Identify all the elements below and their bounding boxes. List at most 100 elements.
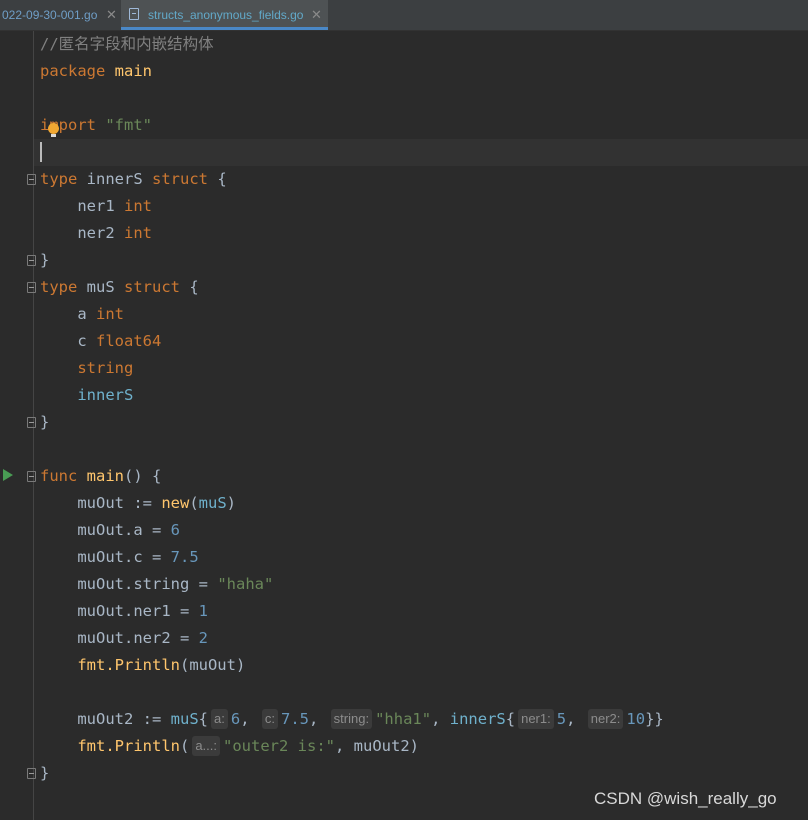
lightbulb-icon[interactable]: [48, 123, 59, 137]
editor-tab-bar: 022-09-30-001.go ✕ structs_anonymous_fie…: [0, 0, 808, 31]
arguments: (muOut): [179, 656, 246, 674]
code-line-close-brace: }: [40, 413, 50, 431]
paren: ): [226, 494, 237, 512]
variable: muOut2 :=: [77, 710, 162, 728]
brace: {: [198, 710, 209, 728]
watermark: CSDN @wish_really_go: [594, 789, 777, 808]
number: 5: [556, 710, 567, 728]
text-caret: [40, 142, 42, 162]
assignment: muOut.string =: [77, 575, 208, 593]
code-line-println-2: fmt.Println(a...: "outer2 is:", muOut2): [40, 733, 419, 760]
type-name: innerS: [86, 170, 143, 188]
package-ref: fmt.: [77, 737, 115, 755]
assignment: muOut.ner1 =: [77, 602, 190, 620]
keyword: package: [40, 62, 106, 80]
param-hint: string:: [330, 709, 373, 729]
code-line-assign-c: muOut.c = 7.5: [40, 544, 199, 571]
fold-icon[interactable]: [27, 768, 36, 779]
import-path: "fmt": [105, 116, 153, 134]
code-line-package: package main: [40, 58, 152, 85]
keyword: type: [40, 170, 78, 188]
tab-label: 022-09-30-001.go: [2, 8, 98, 22]
package-ref: fmt.: [77, 656, 115, 674]
param-hint: c:: [261, 709, 278, 729]
type-name: muS: [86, 278, 115, 296]
brace: }}: [645, 710, 664, 728]
code-line-assign-ner2: muOut.ner2 = 2: [40, 625, 208, 652]
code-line-type-mus: type muS struct {: [40, 274, 199, 301]
fold-icon[interactable]: [27, 471, 36, 482]
code-line-field-ner1: ner1 int: [40, 193, 152, 220]
function-call: Println: [114, 737, 180, 755]
number: 2: [198, 629, 208, 647]
field-type: int: [96, 305, 125, 323]
type-ref: muS: [198, 494, 227, 512]
tab-close-icon[interactable]: ✕: [311, 0, 322, 30]
code-line-field-c: c float64: [40, 328, 161, 355]
number: 6: [230, 710, 241, 728]
variable: muOut :=: [77, 494, 152, 512]
type-ref: muS: [170, 710, 199, 728]
code-line-field-string: string: [40, 355, 133, 382]
code-line-field-ner2: ner2 int: [40, 220, 152, 247]
code-line-new: muOut := new(muS): [40, 490, 236, 517]
code-line-assign-string: muOut.string = "haha": [40, 571, 273, 598]
signature: () {: [124, 467, 162, 485]
param-hint: ner1:: [518, 709, 554, 729]
keyword: func: [40, 467, 78, 485]
go-file-icon: [129, 8, 139, 20]
field-type: float64: [96, 332, 162, 350]
field-name: ner2: [77, 224, 115, 242]
param-hint: a:: [211, 709, 228, 729]
code-line-field-a: a int: [40, 301, 124, 328]
fold-icon[interactable]: [27, 255, 36, 266]
brace: {: [505, 710, 516, 728]
brace: {: [189, 278, 199, 296]
code-line-field-inners: innerS: [40, 382, 133, 409]
number: 7.5: [281, 710, 309, 728]
assignment: muOut.a =: [77, 521, 162, 539]
function-call: Println: [114, 656, 180, 674]
keyword: type: [40, 278, 78, 296]
paren: (: [179, 737, 190, 755]
param-hint: ner2:: [587, 709, 624, 729]
package-name: main: [114, 62, 152, 80]
number: 1: [198, 602, 208, 620]
tab-previous-file[interactable]: 022-09-30-001.go ✕: [0, 0, 120, 30]
embedded-type: string: [77, 359, 134, 377]
code-line-assign-ner1: muOut.ner1 = 1: [40, 598, 208, 625]
assignment: muOut.c =: [77, 548, 162, 566]
code-line-func-main: func main() {: [40, 463, 161, 490]
code-line-close-brace: }: [40, 251, 50, 269]
code-line-composite-literal: muOut2 := muS{a: 6, c: 7.5, string: "hha1",…: [77, 709, 664, 729]
keyword: struct: [152, 170, 209, 188]
function-name: main: [86, 467, 124, 485]
keyword: struct: [124, 278, 181, 296]
code-line-type-inners: type innerS struct {: [40, 166, 227, 193]
tab-label: structs_anonymous_fields.go: [148, 8, 304, 22]
paren: (: [189, 494, 199, 512]
tab-structs-anonymous-fields[interactable]: structs_anonymous_fields.go ✕: [121, 0, 328, 30]
number: 10: [626, 710, 646, 728]
field-name: ner1: [77, 197, 115, 215]
code-line-println-1: fmt.Println(muOut): [40, 652, 245, 679]
code-line-close-brace: }: [40, 764, 50, 782]
fold-icon[interactable]: [27, 417, 36, 428]
number: 7.5: [170, 548, 199, 566]
fold-icon[interactable]: [27, 282, 36, 293]
string: "outer2 is:": [223, 737, 335, 755]
number: 6: [170, 521, 181, 539]
field-name: a: [77, 305, 87, 323]
code-line-assign-a: muOut.a = 6: [40, 517, 180, 544]
tab-close-icon[interactable]: ✕: [106, 0, 117, 30]
field-type: int: [124, 224, 152, 242]
string: "haha": [217, 575, 274, 593]
fold-icon[interactable]: [27, 174, 36, 185]
field-type: int: [124, 197, 152, 215]
run-icon[interactable]: [3, 469, 13, 481]
embedded-type: innerS: [77, 386, 134, 404]
brace: {: [217, 170, 227, 188]
current-line-highlight: [34, 139, 808, 166]
param-hint: a...:: [192, 736, 221, 756]
function-call: new: [161, 494, 190, 512]
